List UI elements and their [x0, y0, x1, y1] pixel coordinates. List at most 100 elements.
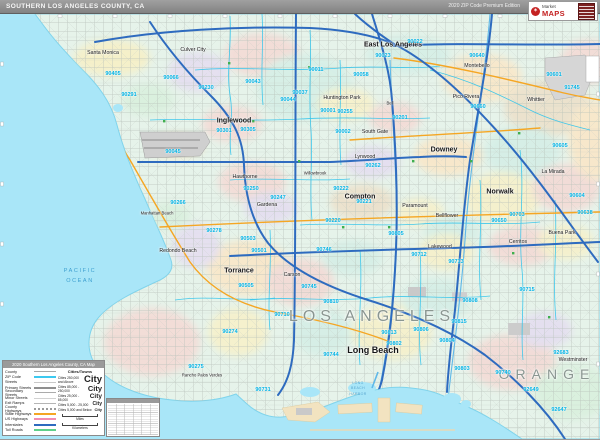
- zip-label: 90250: [243, 186, 258, 192]
- legend-road-label: Toll Roads: [5, 428, 23, 432]
- zip-label: 90230: [198, 85, 213, 91]
- zip-label: 90023: [375, 53, 390, 59]
- city-label: Lynwood: [355, 154, 376, 160]
- zip-label: 90815: [451, 319, 466, 325]
- legend-road-swatch: [34, 371, 56, 372]
- legend-road-label: ZIP Code: [5, 375, 21, 379]
- legend-road-row: Toll Roads: [5, 427, 56, 432]
- zip-label: 90731: [255, 387, 270, 393]
- zip-label: 90638: [577, 210, 592, 216]
- legend-road-swatch: [34, 424, 56, 426]
- zip-label: 90715: [519, 287, 534, 293]
- zip-label: 90744: [323, 352, 338, 358]
- city-label: La Mirada: [541, 169, 564, 175]
- legend-road-swatch: [34, 382, 56, 383]
- zip-label: 90712: [411, 252, 426, 258]
- legend-title: 2020 Southern Los Angeles County, CA Map: [3, 361, 104, 368]
- zip-label: 92649: [523, 387, 538, 393]
- zip-label: 90275: [188, 364, 203, 370]
- logo-text-main: MAPS: [542, 10, 565, 18]
- legend-road-swatch: [34, 403, 56, 404]
- zip-label: 90710: [274, 312, 289, 318]
- zip-label: 90044: [280, 97, 295, 103]
- zip-label: 90305: [240, 127, 255, 133]
- legend-road-label: Interstates: [5, 423, 23, 427]
- zip-label: 90037: [292, 90, 307, 96]
- zip-label: 90266: [170, 200, 185, 206]
- legend-road-swatch: [34, 413, 56, 415]
- zip-label: 90805: [388, 231, 403, 237]
- city-label: Inglewood: [217, 118, 252, 125]
- city-label: Manhattan Beach: [141, 211, 174, 216]
- logo-badge: [578, 3, 595, 20]
- legend-city-size-label: Cities 5,000 and Below: [58, 408, 92, 412]
- zip-label: 90713: [448, 259, 463, 265]
- edition-label: 2020 ZIP Code Premium Edition: [448, 0, 520, 13]
- city-label: Carson: [284, 272, 301, 278]
- zip-label: 90803: [454, 366, 469, 372]
- city-label: Buena Park: [548, 230, 575, 236]
- city-label: Huntington Park: [323, 95, 360, 101]
- legend-city-size-sample: City: [90, 394, 102, 401]
- legend-road-swatch: [34, 408, 56, 410]
- legend-road-label: Streets: [5, 380, 17, 384]
- map-document: LOS ANGELESORANGELong BeachEast Los Ange…: [0, 0, 600, 440]
- zip-label: 90274: [222, 329, 237, 335]
- city-label: Westminster: [559, 357, 588, 363]
- zip-code-index: [106, 398, 160, 437]
- legend-road-label: County: [5, 370, 17, 374]
- zip-label: 90220: [325, 218, 340, 224]
- scale-miles-label: Miles: [76, 417, 84, 421]
- legend-road-swatch: [34, 398, 56, 399]
- legend-city-size-label: Cities 85,000 - 250,000: [58, 385, 88, 393]
- scale-km-label: Kilometers: [72, 426, 88, 430]
- publisher-logo: ✶ Market MAPS: [528, 1, 598, 21]
- legend-city-sizes: Cities 250,000 and AboveCityCities 85,00…: [58, 375, 102, 412]
- legend-city-size-row: Cities 250,000 and AboveCity: [58, 375, 102, 385]
- zip-label: 90262: [365, 163, 380, 169]
- zip-label: 90806: [413, 327, 428, 333]
- legend-road-label: Minor Streets: [5, 396, 28, 400]
- zip-label: 90301: [216, 128, 231, 134]
- county-label: ORANGE: [499, 366, 596, 382]
- zip-label: 90660: [470, 104, 485, 110]
- zip-label: 90247: [270, 195, 285, 201]
- city-label: Hawthorne: [232, 174, 257, 180]
- logo-pin-icon: ✶: [531, 7, 540, 16]
- zip-label: 90703: [509, 212, 524, 218]
- zip-label: 90802: [386, 341, 401, 347]
- city-label: Whittier: [527, 97, 545, 103]
- city-label: Montebello: [464, 63, 489, 69]
- zip-label: 90605: [552, 143, 567, 149]
- zip-label: 90505: [238, 283, 253, 289]
- legend-city-size-sample: City: [94, 408, 102, 412]
- city-label: Willowbrook: [304, 171, 327, 176]
- zip-label: 90604: [569, 193, 584, 199]
- zip-label: 90011: [309, 67, 324, 73]
- city-label: Santa Monica: [87, 50, 119, 56]
- city-label: Bellflower: [436, 213, 459, 219]
- zip-label: 90740: [495, 370, 510, 376]
- zip-label: 90255: [337, 109, 352, 115]
- zip-label: 90601: [546, 72, 561, 78]
- zip-label: 90503: [240, 236, 255, 242]
- legend-city-size-label: Cities 5,000 - 25,000: [58, 403, 88, 407]
- city-label: Downey: [431, 147, 458, 154]
- city-label: Gardena: [257, 202, 277, 208]
- county-label: LOS ANGELES: [289, 308, 455, 326]
- zip-label: 90745: [301, 284, 316, 290]
- zip-code-index-header: [107, 399, 159, 403]
- zip-label: 90650: [491, 218, 506, 224]
- city-label: Paramount: [402, 203, 427, 209]
- legend-road-swatch: [34, 376, 56, 378]
- zip-label: 90501: [251, 248, 266, 254]
- legend-city-size-label: Cities 250,000 and Above: [58, 376, 84, 384]
- zip-label: 90808: [462, 298, 477, 304]
- legend-road-label: US Highways: [5, 417, 28, 421]
- scale-miles: Miles: [58, 414, 102, 421]
- zip-label: 90804: [439, 338, 454, 344]
- zip-label: 90066: [163, 75, 178, 81]
- zip-label: 90810: [323, 299, 338, 305]
- legend-road-swatch: [34, 387, 56, 389]
- city-label: Bell: [387, 101, 394, 106]
